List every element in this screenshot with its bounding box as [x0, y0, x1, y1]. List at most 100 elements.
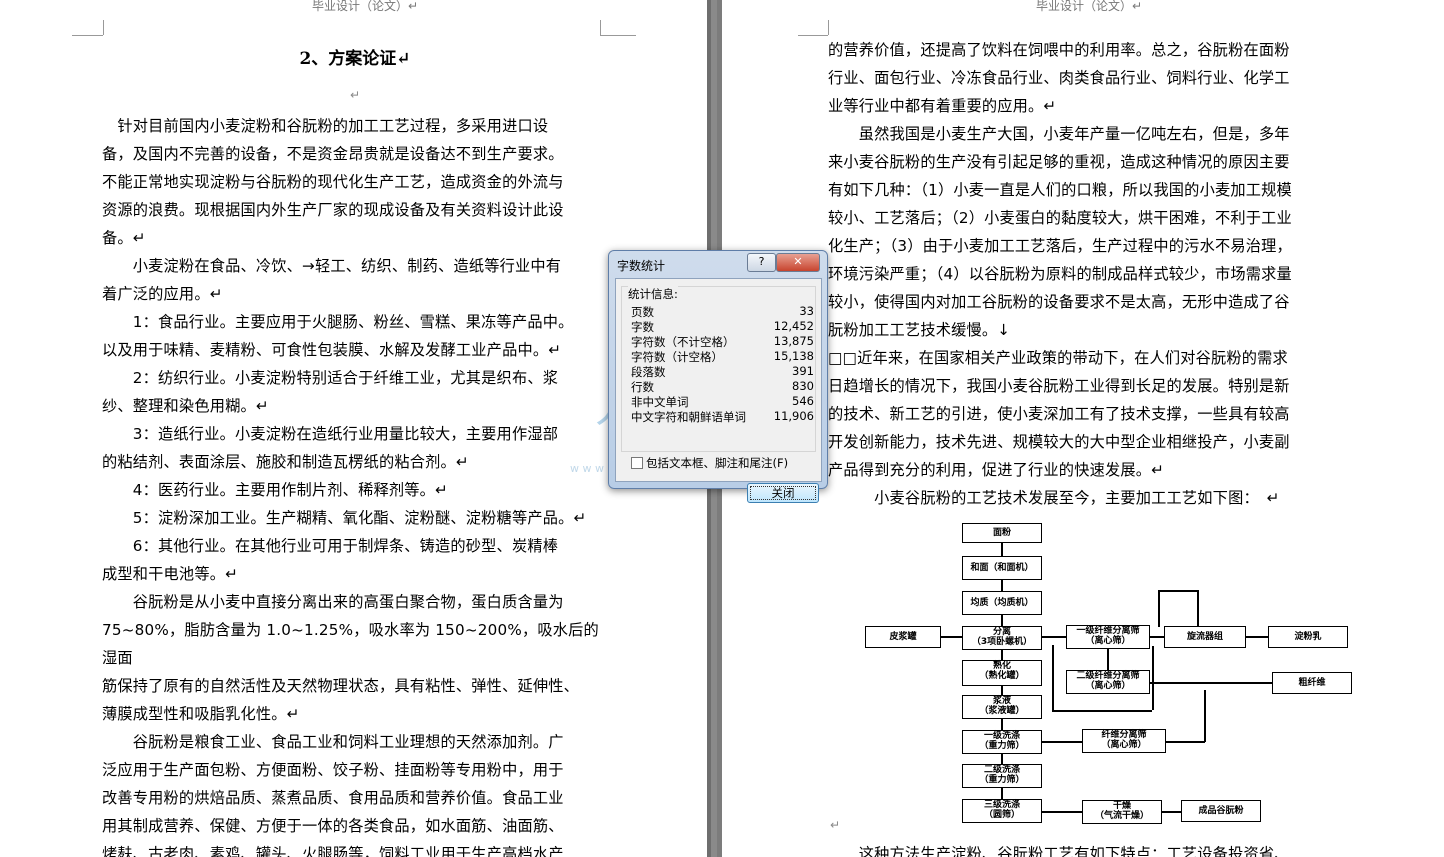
stat-row: 中文字符和朝鲜语单词 11,906	[631, 409, 816, 424]
text-line: 成型和干电池等。↵	[102, 565, 239, 583]
stat-value: 33	[799, 304, 814, 318]
text-line: 行业、面包行业、冷冻食品行业、肉类食品行业、饲料行业、化学工	[828, 69, 1290, 87]
crop-mark	[798, 35, 828, 36]
flow-node-fenli: 分离 （3项卧螺机）	[962, 626, 1042, 650]
flow-connector	[1001, 542, 1003, 556]
flow-connector	[1161, 811, 1181, 813]
flow-connector	[1001, 787, 1003, 799]
flow-connector	[1204, 690, 1206, 742]
stat-label: 非中文单词	[631, 395, 689, 409]
stat-value: 830	[792, 379, 814, 393]
right-last-line: 这种方法生产淀粉、谷朊粉工艺有如下特点：工艺设备投资省、	[828, 845, 1290, 857]
flow-node-xuanliu: 旋流器组	[1164, 626, 1246, 648]
flow-connector	[1107, 648, 1109, 670]
text-line: 2：纺织行业。小麦淀粉特别适合于纤维工业，尤其是织布、浆	[102, 369, 559, 387]
stat-label: 行数	[631, 380, 654, 394]
text-line: 的技术、新工艺的引进，使小麦深加工有了技术支撑，一些具有较高	[828, 405, 1290, 423]
flow-connector	[1158, 590, 1198, 592]
text-line: 来小麦谷朊粉的生产没有引起足够的重视，造成这种情况的原因主要	[828, 153, 1290, 171]
flow-connector	[1165, 741, 1205, 743]
flow-connector	[1149, 682, 1272, 684]
text-line: 日趋增长的情况下，我国小麦谷朊粉工业得到长足的发展。特别是新	[828, 377, 1290, 395]
flow-connector	[1052, 645, 1054, 711]
stat-value: 391	[792, 364, 814, 378]
flow-node-xidi2: 二级洗涤 （重力筛）	[962, 764, 1042, 788]
crop-mark	[600, 20, 601, 35]
stat-label: 中文字符和朝鲜语单词	[631, 410, 746, 424]
dialog-title: 字数统计	[617, 259, 666, 273]
flow-connector	[1158, 590, 1160, 627]
text-line: 着广泛的应用。↵	[102, 285, 223, 303]
stat-row: 字数 12,452	[631, 319, 816, 334]
dialog-body: 统计信息: 页数 33 字数 12,452 字符数（不计空格） 13,875 字符数（计空格…	[615, 278, 822, 503]
text-line: 谷朊粉是从小麦中直接分离出来的高蛋白聚合物，蛋白质含量为	[102, 593, 564, 611]
word-count-dialog[interactable]: 字数统计 ? ✕ 统计信息: 页数 33 字数 12,452 字符数（不计空格） 13,8…	[608, 250, 828, 503]
paragraph-mark: ↵	[350, 88, 361, 102]
text-line: 4：医药行业。主要用作制片剂、稀释剂等。↵	[102, 481, 448, 499]
stat-label: 页数	[631, 305, 654, 319]
running-header: 毕业设计（论文）↵	[312, 0, 419, 13]
flow-node-hemian: 和面（和面机）	[962, 556, 1042, 580]
running-header: 毕业设计（论文）↵	[1036, 0, 1143, 13]
dialog-close-button[interactable]: ✕	[776, 253, 820, 272]
stats-group-label: 统计信息:	[628, 286, 678, 302]
text-line: 不能正常地实现淀粉与谷朊粉的现代化生产工艺，造成资金的外流与	[102, 173, 564, 191]
flow-node-xianwei2: 二级纤维分离筛 （离心筛）	[1066, 670, 1150, 694]
stat-value: 12,452	[773, 319, 814, 333]
crop-mark	[72, 35, 103, 36]
text-line: 备。↵	[102, 229, 146, 247]
text-line: 以及用于味精、麦精粉、可食性包装膜、水解及发酵工业产品中。↵	[102, 341, 562, 359]
flow-node-xianwei3: 纤维分离筛 （离心筛）	[1082, 729, 1166, 753]
text-line: 烤麸、古老肉、素鸡、罐头、火腿肠等，饲料工业用于生产高档水产	[102, 845, 564, 857]
stat-label: 字符数（计空格）	[631, 350, 723, 364]
text-line: 3：造纸行业。小麦淀粉在造纸行业用量比较大，主要用作湿部	[102, 425, 559, 443]
text-line: □□近年来，在国家相关产业政策的带动下，在人们对谷朊粉的需求	[828, 349, 1288, 367]
paragraph-mark: ↵	[830, 818, 841, 832]
stat-row: 行数 830	[631, 379, 816, 394]
text-line: 的粘结剂、表面涂层、施胶和制造瓦楞纸的粘合剂。↵	[102, 453, 469, 471]
text-line: 朊粉加工工艺技术缓慢。↓	[828, 321, 1011, 339]
text-line: 小麦谷朊粉的工艺技术发展至今，主要加工工艺如下图： ↵	[828, 489, 1280, 507]
flow-connector	[1052, 710, 1152, 712]
text-line: 虽然我国是小麦生产大国，小麦年产量一亿吨左右，但是，多年	[828, 125, 1290, 143]
text-line: 用其制成营养、保健、方便于一体的各类食品，如水面筋、油面筋、	[102, 817, 564, 835]
flow-node-xidi1: 一级洗涤 （重力筛）	[962, 730, 1042, 754]
left-body-text[interactable]: 针对目前国内小麦淀粉和谷朊粉的加工工艺过程，多采用进口设 备，及国内不完善的设备，…	[102, 112, 602, 857]
text-line: 较小，使得国内对加工谷朊粉的设备要求不是太高，无形中造成了谷	[828, 293, 1290, 311]
flow-connector	[1001, 685, 1003, 695]
stat-row: 段落数 391	[631, 364, 816, 379]
flow-connector	[1149, 636, 1164, 638]
text-line: 资源的浪费。现根据国内外生产厂家的现成设备及有关资料设计此设	[102, 201, 564, 219]
flow-node-chengpin: 成品谷朊粉	[1181, 800, 1261, 822]
flow-node-shuhua: 熟化 （熟化罐）	[962, 660, 1042, 686]
stat-value: 11,906	[773, 409, 814, 423]
flow-connector	[1041, 636, 1066, 638]
include-textbox-label[interactable]: 包括文本框、脚注和尾注(F)	[646, 455, 788, 471]
text-line: 针对目前国内小麦淀粉和谷朊粉的加工工艺过程，多采用进口设	[102, 117, 549, 135]
text-line: 薄膜成型性和吸脂乳化性。↵	[102, 705, 300, 723]
stat-value: 15,138	[773, 349, 814, 363]
flow-connector	[1152, 646, 1154, 710]
text-line: 开发创新能力，技术先进、规模较大的大中型企业相继投产，小麦副	[828, 433, 1290, 451]
text-line: 筋保持了原有的自然活性及天然物理状态，具有粘性、弹性、延伸性、	[102, 677, 580, 695]
text-line: 较小、工艺落后；（2）小麦蛋白的黏度较大，烘干困难，不利于工业	[828, 209, 1292, 227]
flow-node-junzhi: 均质（均质机）	[962, 591, 1042, 615]
flow-connector	[1001, 753, 1003, 764]
help-button[interactable]: ?	[747, 253, 776, 272]
include-textbox-checkbox[interactable]	[631, 457, 643, 469]
flow-node-xianwei1: 一级纤维分离筛 （离心筛）	[1066, 625, 1150, 649]
flow-node-pisuan: 皮浆罐	[865, 626, 941, 648]
text-line: 泛应用于生产面包粉、方便面粉、饺子粉、挂面粉等专用粉中，用于	[102, 761, 564, 779]
text-line: 的营养价值，还提高了饮料在饲喂中的利用率。总之，谷朊粉在面粉	[828, 41, 1290, 59]
text-line: 纱、整理和染色用糊。↵	[102, 397, 269, 415]
stat-label: 段落数	[631, 365, 666, 379]
text-line: 75~80%，脂肪含量为 1.0~1.25%，吸水率为 150~200%，吸水后…	[102, 621, 599, 667]
close-button[interactable]: 关闭	[747, 483, 819, 503]
flow-connector	[1245, 636, 1268, 638]
flow-node-mianfen: 面粉	[962, 523, 1042, 543]
text-line: 备，及国内不完善的设备，不是资金昂贵就是设备达不到生产要求。	[102, 145, 564, 163]
text-line: 小麦淀粉在食品、冷饮、→轻工、纺织、制药、造纸等行业中有	[102, 257, 562, 275]
text-line: 产品得到充分的利用，促进了行业的快速发展。↵	[828, 461, 1165, 479]
stat-row: 字符数（不计空格） 13,875	[631, 334, 816, 349]
right-body-text[interactable]: 的营养价值，还提高了饮料在饲喂中的利用率。总之，谷朊粉在面粉 行业、面包行业、冷冻…	[828, 36, 1328, 512]
